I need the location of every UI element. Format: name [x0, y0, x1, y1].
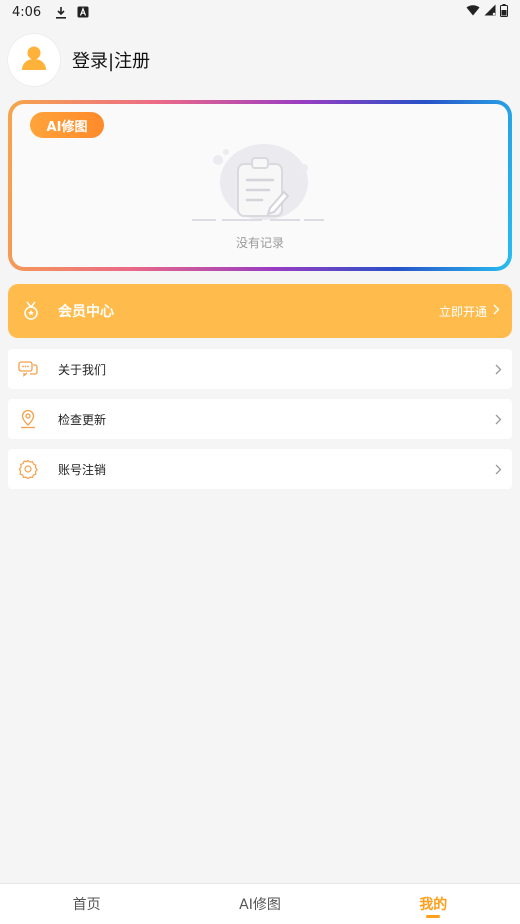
status-time: 4:06: [12, 4, 42, 20]
menu-item-label: 检查更新: [58, 412, 107, 427]
tab-label: AI修图: [239, 897, 281, 913]
ai-card-content: AI修图 没有记录: [12, 104, 508, 267]
chevron-right-icon: [495, 364, 502, 375]
ai-badge[interactable]: AI修图: [30, 112, 104, 138]
empty-state-text: 没有记录: [235, 236, 284, 250]
tab-label: 我的: [419, 897, 448, 913]
gear-icon: [18, 459, 38, 479]
menu-item-label: 关于我们: [58, 362, 107, 377]
a-badge-icon: [77, 6, 89, 18]
medal-icon: [20, 300, 42, 322]
menu-item-delete-account[interactable]: 账号注销: [8, 449, 512, 489]
menu-item-check-update[interactable]: 检查更新: [8, 399, 512, 439]
chat-bubbles-icon: [18, 359, 38, 379]
tab-home[interactable]: 首页: [0, 884, 173, 924]
profile-header[interactable]: 登录|注册: [8, 34, 150, 86]
login-register-link[interactable]: 登录|注册: [72, 47, 150, 73]
tab-ai-retouch[interactable]: AI修图: [173, 884, 346, 924]
user-icon: [19, 43, 49, 77]
battery-icon: [500, 3, 508, 21]
tab-mine[interactable]: 我的: [347, 884, 520, 924]
menu-item-about-us[interactable]: 关于我们: [8, 349, 512, 389]
status-bar: 4:06: [0, 0, 520, 24]
activate-now-label: 立即开通: [438, 304, 487, 319]
bottom-tab-bar: 首页 AI修图 我的: [0, 883, 520, 924]
tab-label: 首页: [72, 897, 101, 913]
clipboard-edit-icon: [192, 138, 332, 228]
ai-history-card[interactable]: AI修图 没有记录: [8, 100, 512, 271]
active-tab-indicator: [426, 915, 441, 918]
activate-now-link[interactable]: 立即开通: [439, 303, 500, 320]
chevron-right-icon: [495, 414, 502, 425]
profile-page: 4:06 登录|注册 AI修图 没有记录 会员中心 立即开通 关于我们 检查更新…: [0, 0, 520, 924]
wifi-icon: [466, 4, 480, 20]
location-pin-icon: [18, 409, 38, 429]
download-icon: [55, 6, 67, 19]
member-center-title: 会员中心: [58, 304, 114, 320]
menu-item-label: 账号注销: [58, 462, 107, 477]
status-right-icons: [466, 3, 508, 21]
member-center-banner[interactable]: 会员中心 立即开通: [8, 284, 512, 338]
chevron-right-icon: [495, 464, 502, 475]
avatar[interactable]: [8, 34, 60, 86]
chevron-right-icon: [493, 304, 500, 318]
signal-icon: [484, 4, 496, 20]
